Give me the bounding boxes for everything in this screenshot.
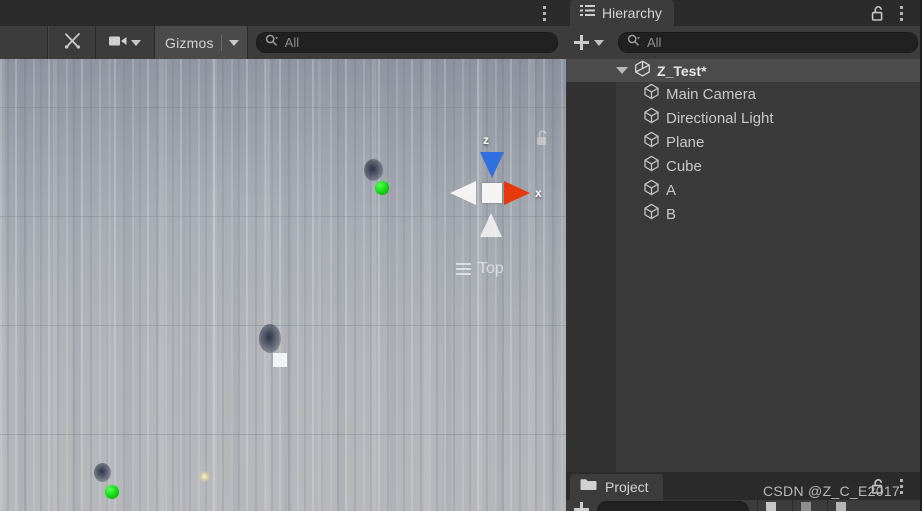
scene-view-toolbar: Gizmos All [0, 26, 566, 60]
hierarchy-scene-name: Z_Test* [657, 62, 707, 79]
divider [220, 34, 222, 51]
scene-tabstrip [0, 0, 566, 27]
scene-view-panel: Gizmos All z x Top [0, 0, 566, 511]
tab-hierarchy[interactable]: Hierarchy [570, 0, 674, 26]
object-shadow [259, 324, 281, 353]
plus-icon[interactable] [574, 502, 589, 511]
search-icon [627, 34, 641, 52]
hierarchy-item-label: Plane [666, 133, 705, 151]
unity-scene-icon [634, 59, 651, 82]
scene-search-placeholder: All [284, 35, 300, 50]
kebab-dot [900, 18, 903, 21]
gameobject-cube-icon [643, 131, 660, 153]
plus-icon [574, 35, 589, 50]
gizmos-label: Gizmos [165, 34, 214, 51]
kebab-dot [900, 12, 903, 15]
hierarchy-item-a[interactable]: A [566, 178, 922, 202]
kebab-dot [543, 12, 546, 15]
tools-wrench-screwdriver-icon [63, 31, 82, 55]
hierarchy-item-list: Main Camera Directional Light Plane Cube A B [566, 82, 922, 226]
scene-search-input[interactable]: All [255, 32, 558, 53]
hierarchy-item-directional-light[interactable]: Directional Light [566, 106, 922, 130]
tab-project[interactable]: Project [570, 474, 663, 500]
object-shadow [364, 159, 383, 181]
project-view-button[interactable] [757, 500, 784, 511]
hierarchy-item-cube[interactable]: Cube [566, 154, 922, 178]
gameobject-cube-icon [643, 203, 660, 225]
tab-project-label: Project [605, 479, 649, 495]
gizmos-button[interactable]: Gizmos [155, 26, 248, 59]
right-dock-column: Hierarchy All Z_Test* Main Camera Direct… [566, 0, 922, 511]
kebab-dot [900, 479, 903, 482]
tab-hierarchy-label: Hierarchy [602, 5, 662, 21]
hierarchy-toolbar: All [566, 26, 922, 60]
scene-camera-button[interactable] [96, 26, 155, 59]
scene-object-sphere[interactable] [375, 181, 389, 195]
project-favorites-button[interactable] [827, 500, 854, 511]
hierarchy-item-label: Main Camera [666, 85, 757, 103]
scene-lighting-overlay [0, 59, 566, 511]
hierarchy-item-label: Cube [666, 157, 702, 175]
hierarchy-item-main-camera[interactable]: Main Camera [566, 82, 922, 106]
tools-button[interactable] [48, 26, 96, 59]
csdn-watermark: CSDN @Z_C_E2017 [763, 483, 900, 499]
gameobject-cube-icon [643, 155, 660, 177]
hierarchy-search-input[interactable]: All [618, 32, 918, 53]
hierarchy-list-icon [580, 4, 595, 22]
grid-view-icon [766, 502, 776, 511]
camera-icon [109, 34, 127, 52]
star-icon [836, 502, 846, 511]
gameobject-cube-icon [643, 107, 660, 129]
light-gizmo-icon[interactable] [199, 471, 210, 482]
kebab-dot [543, 18, 546, 21]
chevron-down-icon [594, 39, 604, 46]
unity-editor-window: Gizmos All z x Top Hierarchy All Z_Test*… [0, 0, 922, 511]
kebab-dot [900, 491, 903, 494]
kebab-dot [900, 6, 903, 9]
hierarchy-scene-row[interactable]: Z_Test* [566, 59, 922, 82]
hierarchy-item-label: Directional Light [666, 109, 774, 127]
add-gameobject-button[interactable] [574, 31, 608, 55]
gameobject-cube-icon [643, 83, 660, 105]
project-search-input[interactable] [597, 501, 749, 511]
hierarchy-search-placeholder: All [647, 35, 662, 50]
filter-icon [801, 502, 811, 511]
scene-object-cube[interactable] [273, 353, 287, 367]
scene-object-sphere[interactable] [105, 485, 119, 499]
kebab-menu-icon[interactable] [894, 4, 910, 22]
kebab-dot [900, 485, 903, 488]
search-icon [265, 34, 279, 52]
kebab-dot [543, 6, 546, 9]
gameobject-cube-icon [643, 179, 660, 201]
toolbar-left-spacer [0, 26, 48, 59]
chevron-down-icon[interactable] [228, 39, 239, 46]
hierarchy-item-plane[interactable]: Plane [566, 130, 922, 154]
scene-viewport[interactable]: z x Top [0, 59, 566, 511]
project-toolbar [566, 500, 922, 511]
object-shadow [94, 463, 111, 482]
hierarchy-item-b[interactable]: B [566, 202, 922, 226]
project-filter-button[interactable] [792, 500, 819, 511]
hierarchy-tree[interactable]: Z_Test* Main Camera Directional Light Plan… [566, 59, 922, 472]
hierarchy-item-label: B [666, 205, 677, 223]
hierarchy-item-label: A [666, 181, 677, 199]
chevron-down-icon[interactable] [616, 67, 628, 74]
lock-open-icon[interactable] [871, 5, 886, 27]
hierarchy-tabstrip: Hierarchy [566, 0, 922, 26]
kebab-menu-icon[interactable] [537, 4, 553, 22]
folder-icon [580, 478, 597, 496]
chevron-down-icon [131, 39, 141, 46]
